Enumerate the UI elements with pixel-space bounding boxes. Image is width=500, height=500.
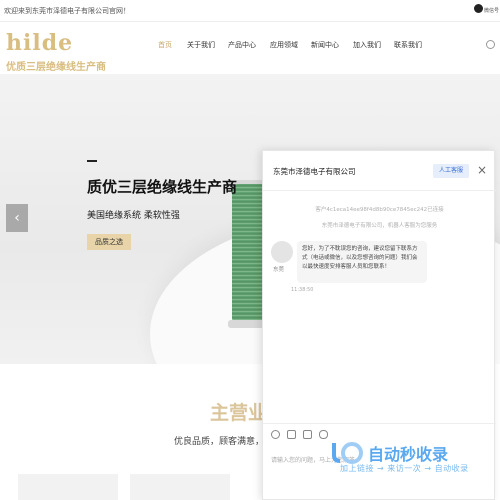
watermark: 自动秒收录 加上链接 → 来访一次 → 自动收录 — [330, 437, 490, 477]
banner-title: 质优三层绝缘线生产商 — [87, 178, 238, 196]
section-subtitle: 优良品质，顾客满意，不 — [174, 437, 274, 447]
nav-item-home[interactable]: 首页 — [158, 40, 172, 50]
nav-item-products[interactable]: 产品中心 — [228, 40, 256, 50]
wechat-icon — [474, 4, 483, 13]
message-time: 11:38:50 — [291, 287, 314, 293]
close-icon[interactable]: × — [476, 164, 488, 176]
file-icon[interactable] — [303, 430, 312, 439]
logo[interactable]: hilde 优质三层绝缘线生产商 — [4, 30, 106, 73]
image-icon[interactable] — [287, 430, 296, 439]
chevron-left-icon[interactable]: ‹ — [6, 204, 28, 232]
product-card[interactable] — [130, 474, 230, 500]
nav-item-applications[interactable]: 应用领域 — [270, 40, 298, 50]
watermark-logo — [332, 442, 363, 464]
voice-icon[interactable] — [319, 430, 328, 439]
watermark-name: 自动秒收录 — [368, 445, 449, 464]
top-bar: 欢迎来到东莞市泽德电子有限公司官网！ 微信号 — [0, 0, 500, 22]
chat-header: 东莞市泽德电子有限公司 人工客服 × — [263, 151, 496, 191]
bot-message: 您好，为了不耽误您的咨询，建议您留下联系方式（电话或微信，以及您想咨询的问题）我… — [297, 241, 427, 283]
banner-subtitle: 美国绝缘系统 柔软性强 — [87, 211, 180, 221]
system-message: 客户4c1eca14ee98f4d8b90ce7845ec242已连接 — [315, 207, 444, 213]
bot-avatar — [271, 241, 293, 263]
wechat-link[interactable]: 微信号 — [472, 3, 500, 19]
system-message: 东莞市泽德电子有限公司，机器人客服为您服务 — [321, 223, 438, 229]
emoji-icon[interactable] — [271, 430, 280, 439]
banner-dash — [87, 160, 97, 162]
nav-item-contact[interactable]: 联系我们 — [394, 40, 422, 50]
section-title: 主营业 — [210, 402, 268, 424]
welcome-text: 欢迎来到东莞市泽德电子有限公司官网！ — [4, 7, 130, 15]
nav-item-news[interactable]: 新闻中心 — [311, 40, 339, 50]
product-card[interactable] — [18, 474, 118, 500]
logo-slogan: 优质三层绝缘线生产商 — [6, 62, 106, 73]
watermark-slogan: 加上链接 → 来访一次 → 自动收录 — [340, 464, 469, 473]
nav-item-join[interactable]: 加入我们 — [353, 40, 381, 50]
logo-mark: hilde — [6, 30, 74, 56]
human-agent-button[interactable]: 人工客服 — [433, 164, 469, 178]
search-icon[interactable] — [486, 40, 495, 49]
wechat-label: 微信号 — [484, 8, 500, 14]
quality-choice-button[interactable]: 品质之选 — [87, 234, 131, 250]
chat-title: 东莞市泽德电子有限公司 — [273, 167, 356, 176]
nav-item-about[interactable]: 关于我们 — [187, 40, 215, 50]
bot-name: 东莞 — [273, 267, 285, 273]
